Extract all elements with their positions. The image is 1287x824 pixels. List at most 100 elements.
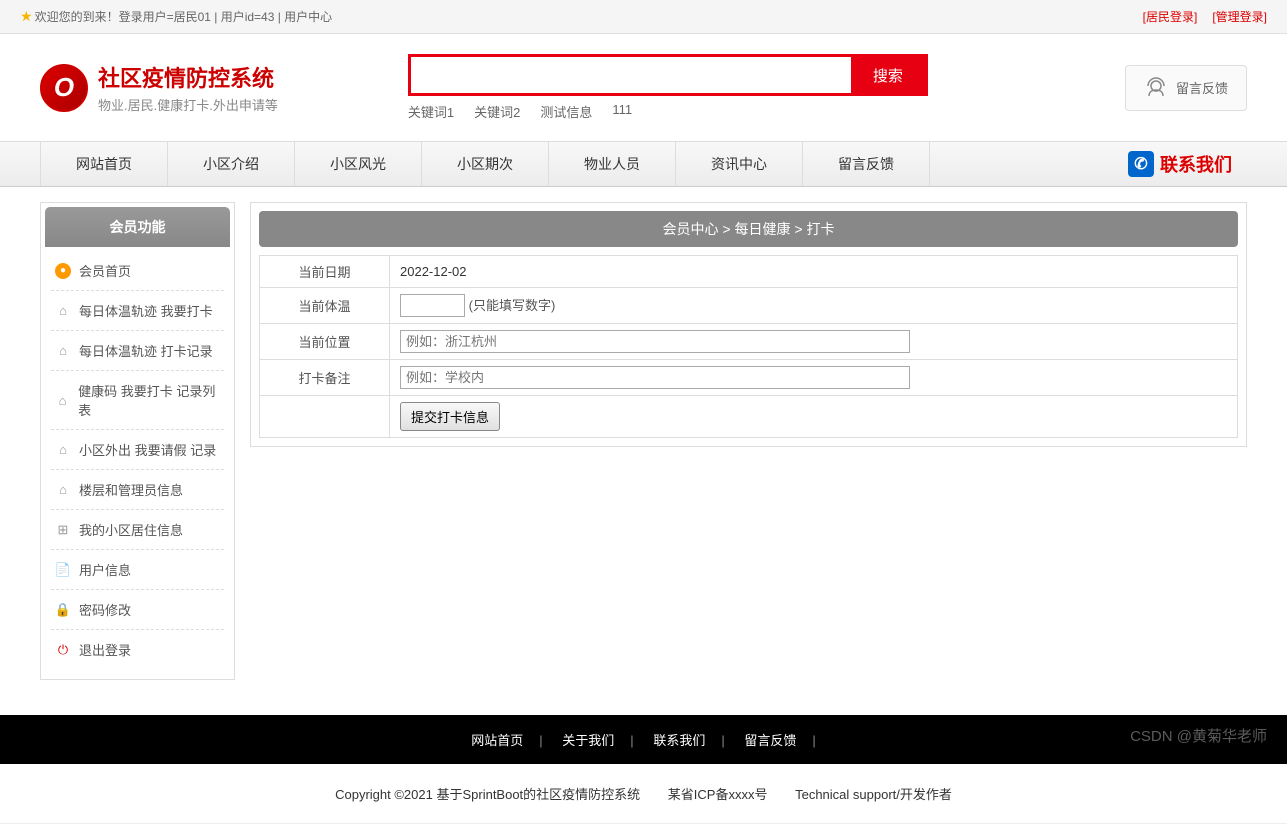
- separator: |: [713, 733, 732, 748]
- lock-icon: 🔒: [55, 602, 71, 618]
- footer-copyright: Copyright ©2021 基于SprintBoot的社区疫情防控系统 某省…: [0, 764, 1287, 824]
- search-box: 搜索: [408, 54, 928, 96]
- search-input[interactable]: [411, 57, 851, 93]
- welcome-label: 欢迎您的到来！登录用户=居民01 | 用户id=43 | 用户中心: [35, 8, 333, 25]
- row-temp: 当前体温 (只能填写数字): [260, 288, 1238, 324]
- menu-logout[interactable]: ⏻退出登录: [51, 630, 224, 669]
- separator: |: [622, 733, 641, 748]
- temp-input[interactable]: [400, 294, 465, 317]
- menu-label: 会员首页: [79, 261, 131, 280]
- resident-login-link[interactable]: [居民登录]: [1143, 8, 1198, 25]
- tech-text: Technical support/开发作者: [783, 787, 964, 802]
- agent-icon: [1144, 76, 1168, 100]
- copyright-text: Copyright ©2021 基于SprintBoot的社区疫情防控系统: [323, 787, 652, 802]
- menu-user-info[interactable]: 📄 用户信息: [51, 550, 224, 590]
- nav-news[interactable]: 资讯中心: [676, 142, 803, 186]
- menu-label: 健康码 我要打卡 记录列表: [78, 381, 220, 419]
- icp-text: 某省ICP备xxxx号: [656, 787, 780, 802]
- menu-password[interactable]: 🔒 密码修改: [51, 590, 224, 630]
- keyword-link[interactable]: 测试信息: [540, 102, 592, 121]
- menu-floor-admin[interactable]: ⌂ 楼层和管理员信息: [51, 470, 224, 510]
- menu-label: 每日体温轨迹 我要打卡: [79, 301, 213, 320]
- site-title: 社区疫情防控系统: [98, 61, 278, 93]
- separator: |: [804, 733, 823, 748]
- home-icon: ⌂: [55, 392, 70, 408]
- menu-label: 小区外出 我要请假 记录: [79, 440, 216, 459]
- menu-label: 密码修改: [79, 600, 131, 619]
- nav-contact[interactable]: ✆ 联系我们: [1113, 142, 1247, 186]
- feedback-button[interactable]: 留言反馈: [1125, 65, 1247, 111]
- main-container: 会员功能 ● 会员首页 ⌂ 每日体温轨迹 我要打卡 ⌂每日体温轨迹 打卡记录 ⌂ 健康…: [0, 187, 1287, 695]
- keyword-link[interactable]: 关键词1: [408, 102, 454, 121]
- location-input[interactable]: [400, 330, 910, 353]
- menu-temp-checkin[interactable]: ⌂ 每日体温轨迹 我要打卡: [51, 291, 224, 331]
- menu-residence[interactable]: ⊞ 我的小区居住信息: [51, 510, 224, 550]
- search-keywords: 关键词1 关键词2 测试信息 111: [408, 102, 928, 121]
- menu-label: 退出登录: [79, 640, 131, 659]
- nav-phase[interactable]: 小区期次: [422, 142, 549, 186]
- breadcrumb: 会员中心 > 每日健康 > 打卡: [259, 211, 1238, 247]
- date-value: 2022-12-02: [390, 256, 1238, 288]
- keyword-link[interactable]: 关键词2: [474, 102, 520, 121]
- content-panel: 会员中心 > 每日健康 > 打卡 当前日期 2022-12-02 当前体温 (只…: [250, 202, 1247, 447]
- nav-intro[interactable]: 小区介绍: [168, 142, 295, 186]
- footer-link-feedback[interactable]: 留言反馈: [736, 733, 804, 748]
- top-right-links: [居民登录] [管理登录]: [1143, 8, 1267, 25]
- footer-link-contact[interactable]: 联系我们: [645, 733, 713, 748]
- nav-feedback[interactable]: 留言反馈: [803, 142, 930, 186]
- logo-icon: O: [40, 64, 88, 112]
- menu-temp-record[interactable]: ⌂每日体温轨迹 打卡记录: [51, 331, 224, 371]
- logo-section: O 社区疫情防控系统 物业.居民.健康打卡.外出申请等: [40, 61, 278, 114]
- empty-cell: [260, 396, 390, 438]
- doc-icon: 📄: [55, 562, 71, 578]
- sidebar-header: 会员功能: [45, 207, 230, 247]
- row-location: 当前位置: [260, 324, 1238, 360]
- menu-member-home[interactable]: ● 会员首页: [51, 251, 224, 291]
- row-note: 打卡备注: [260, 360, 1238, 396]
- row-submit: 提交打卡信息: [260, 396, 1238, 438]
- date-label: 当前日期: [260, 256, 390, 288]
- row-date: 当前日期 2022-12-02: [260, 256, 1238, 288]
- temp-hint: (只能填写数字): [469, 298, 556, 313]
- home-icon: ⌂: [55, 442, 71, 458]
- home-icon: ⌂: [55, 303, 71, 319]
- feedback-label: 留言反馈: [1176, 78, 1228, 97]
- logo-text: 社区疫情防控系统 物业.居民.健康打卡.外出申请等: [98, 61, 278, 114]
- sidebar: 会员功能 ● 会员首页 ⌂ 每日体温轨迹 我要打卡 ⌂每日体温轨迹 打卡记录 ⌂ 健康…: [40, 202, 235, 680]
- search-button[interactable]: 搜索: [851, 57, 925, 93]
- note-cell: [390, 360, 1238, 396]
- menu-label: 用户信息: [79, 560, 131, 579]
- header: O 社区疫情防控系统 物业.居民.健康打卡.外出申请等 搜索 关键词1 关键词2…: [0, 34, 1287, 141]
- contact-label: 联系我们: [1160, 151, 1232, 177]
- loc-label: 当前位置: [260, 324, 390, 360]
- note-label: 打卡备注: [260, 360, 390, 396]
- grid-icon: ⊞: [55, 522, 71, 538]
- dot-icon: ●: [55, 263, 71, 279]
- footer-link-home[interactable]: 网站首页: [463, 733, 531, 748]
- submit-button[interactable]: 提交打卡信息: [400, 402, 500, 431]
- menu-label: 我的小区居住信息: [79, 520, 183, 539]
- menu-label: 楼层和管理员信息: [79, 480, 183, 499]
- home-icon: ⌂: [55, 482, 71, 498]
- temp-label: 当前体温: [260, 288, 390, 324]
- separator: |: [531, 733, 550, 748]
- phone-icon: ✆: [1128, 151, 1154, 177]
- top-bar: ★ 欢迎您的到来！登录用户=居民01 | 用户id=43 | 用户中心 [居民登…: [0, 0, 1287, 34]
- loc-cell: [390, 324, 1238, 360]
- sidebar-menu: ● 会员首页 ⌂ 每日体温轨迹 我要打卡 ⌂每日体温轨迹 打卡记录 ⌂ 健康码 我要打…: [41, 251, 234, 679]
- footer-nav: 网站首页| 关于我们| 联系我们| 留言反馈|: [0, 715, 1287, 764]
- admin-login-link[interactable]: [管理登录]: [1212, 8, 1267, 25]
- submit-cell: 提交打卡信息: [390, 396, 1238, 438]
- nav-scenery[interactable]: 小区风光: [295, 142, 422, 186]
- welcome-text: ★ 欢迎您的到来！登录用户=居民01 | 用户id=43 | 用户中心: [20, 8, 332, 25]
- nav-home[interactable]: 网站首页: [40, 142, 168, 186]
- note-input[interactable]: [400, 366, 910, 389]
- watermark: CSDN @黄菊华老师: [1130, 725, 1267, 746]
- footer-link-about[interactable]: 关于我们: [554, 733, 622, 748]
- menu-health-code[interactable]: ⌂ 健康码 我要打卡 记录列表: [51, 371, 224, 430]
- nav-staff[interactable]: 物业人员: [549, 142, 676, 186]
- menu-leave[interactable]: ⌂ 小区外出 我要请假 记录: [51, 430, 224, 470]
- checkin-form: 当前日期 2022-12-02 当前体温 (只能填写数字) 当前位置 打卡备注: [259, 255, 1238, 438]
- star-icon: ★: [20, 8, 33, 25]
- keyword-link[interactable]: 111: [612, 102, 632, 121]
